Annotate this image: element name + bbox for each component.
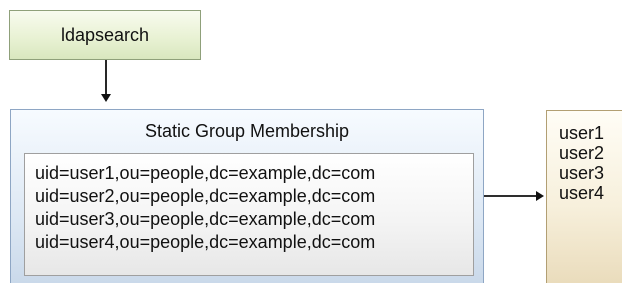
arrow-ldapsearch-to-group [101,60,111,102]
arrow-head-icon [101,94,111,102]
arrow-group-to-users [484,191,544,201]
arrow-head-icon [536,191,544,201]
connector-arrows [101,60,544,201]
